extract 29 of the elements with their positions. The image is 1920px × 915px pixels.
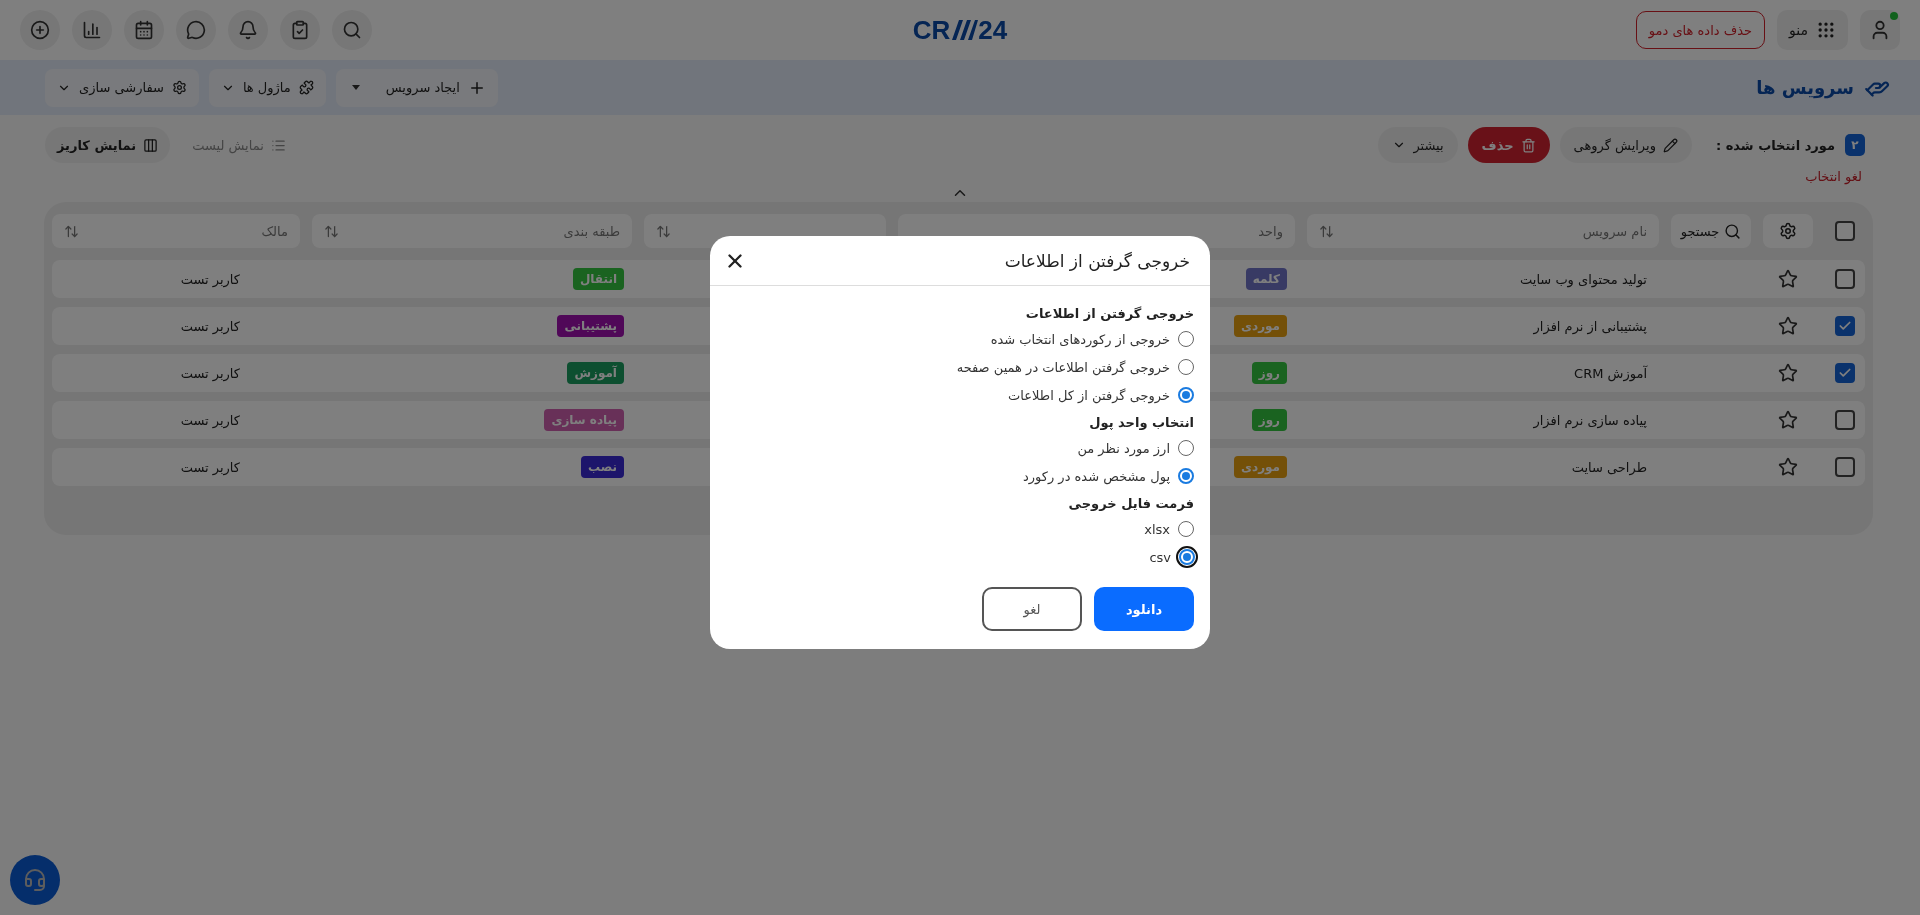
table-cell-text: کاربر تست [179, 271, 241, 287]
category-tag: نصب [580, 456, 624, 478]
logo-text: 24 [978, 14, 1008, 46]
unit-tag: روز [1251, 362, 1287, 384]
table-cell-text: تولید محتوای وب سایت [1519, 271, 1648, 287]
category-tag: آموزش [567, 362, 624, 384]
section-title: خروجی گرفتن از اطلاعات [1024, 306, 1194, 321]
unit-tag: موردی [1233, 456, 1287, 478]
category-tag: پیاده سازی [544, 409, 624, 431]
selected-label: مورد انتخاب شده : [1715, 137, 1835, 153]
page-title: سرویس ها [1756, 77, 1854, 98]
section-title: فرمت فایل خروجی [1067, 496, 1194, 511]
unit-tag: کلمه [1245, 268, 1287, 290]
unit-tag: روز [1251, 409, 1287, 431]
table-cell-text: طراحی سایت [1570, 459, 1648, 475]
category-tag: پشتیبانی [557, 315, 624, 337]
unit-tag: موردی [1233, 315, 1287, 337]
category-tag: انتقال [572, 268, 624, 290]
table-cell-text: پیاده سازی نرم افزار [1532, 412, 1648, 428]
section-title: انتخاب واحد پول [1088, 415, 1194, 430]
dialog-title: خروجی گرفتن از اطلاعات [1004, 250, 1190, 271]
selected-count: ۲ [1845, 134, 1865, 156]
logo-text: CR [912, 14, 951, 46]
table-cell-text: کاربر تست [179, 459, 241, 475]
table-cell-text: کاربر تست [179, 365, 241, 381]
table-cell-text: پشتیبانی از نرم افزار [1532, 318, 1648, 334]
table-cell-text: آموزش CRM [1573, 365, 1649, 381]
table-cell-text: کاربر تست [179, 318, 241, 334]
table-cell-text: کاربر تست [179, 412, 241, 428]
